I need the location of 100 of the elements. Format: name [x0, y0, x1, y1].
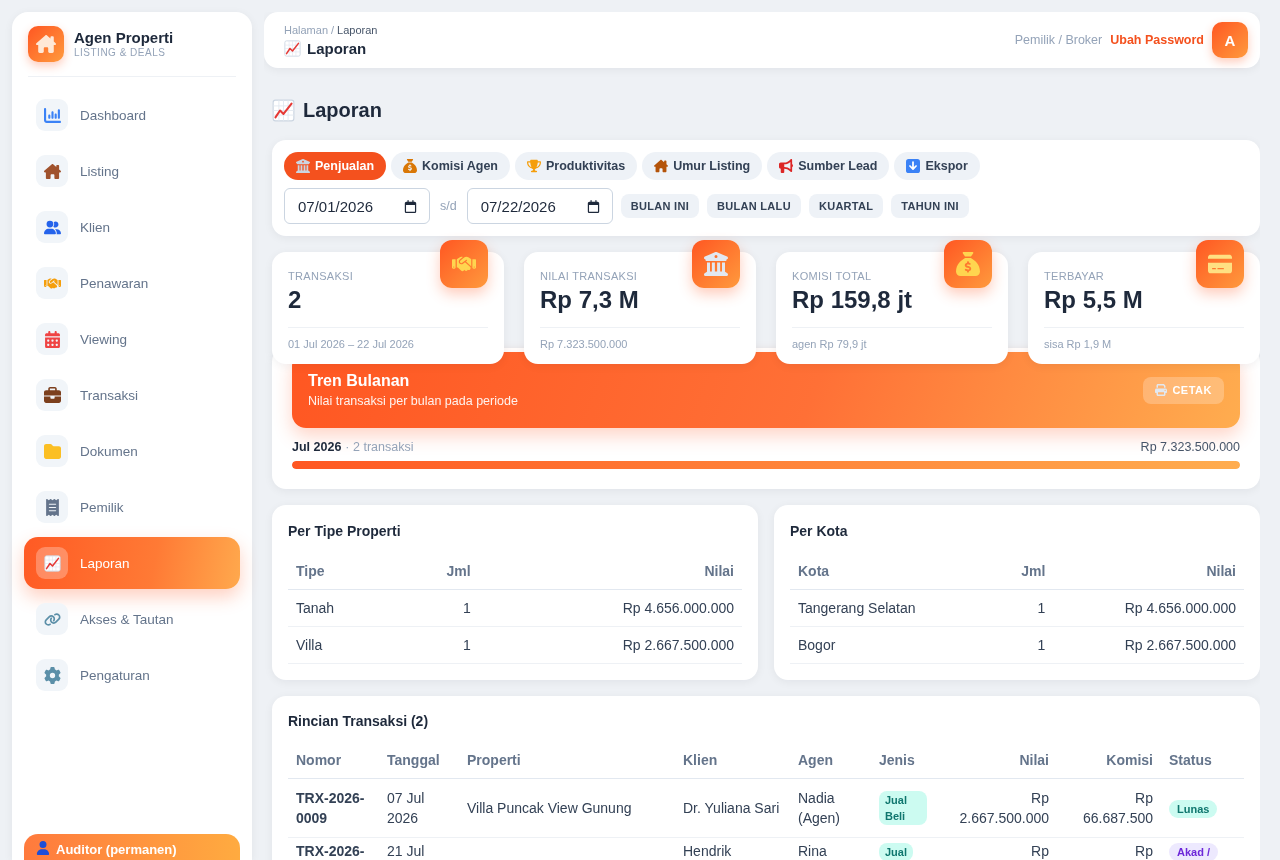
line-chart-icon [272, 98, 295, 122]
bank-icon [692, 240, 740, 288]
column-header: Kota [790, 553, 981, 589]
column-header: Nilai [1053, 553, 1244, 589]
sidebar-item[interactable]: Pemilik [24, 481, 240, 533]
header-title: Laporan [307, 40, 367, 57]
table-cell: Villa [288, 626, 402, 663]
sidebar-item[interactable]: Klien [24, 201, 240, 253]
column-header: Nilai [935, 742, 1057, 779]
house-logo-icon [28, 26, 64, 62]
breadcrumb-current: Laporan [337, 23, 378, 37]
column-header: Nilai [478, 553, 742, 589]
stat-value: Rp 5,5 M [1044, 286, 1144, 314]
sidebar-item[interactable]: Penawaran [24, 257, 240, 309]
table-cell: 1 [401, 626, 479, 663]
calendar-icon [586, 199, 600, 213]
table-cell: Nadia (Agen) [790, 778, 871, 838]
printer-icon [1155, 384, 1168, 396]
column-header: Nomor [288, 742, 379, 779]
card-title: Per Kota [790, 523, 849, 539]
report-tab[interactable]: Umur Listing [642, 152, 763, 180]
table-cell: Rp 4.656.000.000 [478, 589, 742, 626]
bank-icon [296, 159, 310, 173]
date-field[interactable]: 07/22/2026 [466, 188, 613, 224]
stat-note: agen Rp 79,9 jt [792, 338, 868, 351]
megaphone-icon [779, 159, 794, 173]
role-label: Auditor (permanen) [56, 841, 177, 858]
folder-icon [36, 435, 68, 467]
user-icon [36, 841, 50, 855]
column-header: Properti [459, 742, 675, 779]
report-tab[interactable]: Penjualan [284, 152, 387, 180]
card-title: Rincian Transaksi (2) [288, 712, 430, 729]
stat-value: Rp 159,8 jt [792, 286, 914, 314]
banner-subtitle: Nilai transaksi per bulan pada periode [308, 394, 518, 409]
user-role: Pemilik / Broker [1014, 33, 1103, 47]
range-button[interactable]: KUARTAL [808, 194, 884, 218]
report-tab[interactable]: Sumber Lead [767, 152, 890, 180]
table-cell: Rp 2.667.500.000 [935, 778, 1057, 838]
status-tag: Lunas [1169, 800, 1218, 819]
avatar[interactable]: A [1212, 22, 1248, 58]
sidebar-item[interactable]: Laporan [24, 537, 240, 589]
range-button[interactable]: BULAN INI [620, 194, 699, 218]
range-separator: s/d [440, 199, 457, 213]
table-cell: Rp 66.687.500 [1057, 778, 1161, 838]
table-cell: 21 Jul [379, 837, 459, 860]
column-header: Status [1161, 742, 1244, 779]
table-cell: Rp 2.667.500.000 [478, 626, 742, 663]
link-icon [36, 603, 68, 635]
stat-label: KOMISI TOTAL [792, 270, 873, 283]
table-cell: Rp 2.667.500.000 [1053, 626, 1244, 663]
report-tab[interactable]: Ekspor [894, 152, 980, 180]
stat-note: 01 Jul 2026 – 22 Jul 2026 [288, 338, 415, 351]
down-arrow-icon [906, 159, 921, 173]
column-header: Klien [675, 742, 790, 779]
range-button[interactable]: BULAN LALU [707, 194, 801, 218]
stat-label: TRANSAKSI [288, 270, 355, 283]
sidebar-item[interactable]: Listing [24, 145, 240, 197]
range-button[interactable]: TAHUN INI [891, 194, 969, 218]
stat-value: Rp 7,3 M [540, 286, 640, 314]
month-count: · 2 transaksi [345, 440, 414, 455]
column-header: Jml [980, 553, 1054, 589]
stat-note: Rp 7.323.500.000 [540, 338, 629, 351]
stat-label: NILAI TRANSAKSI [540, 270, 639, 283]
table-cell: Rp 4.656.000.000 [1053, 589, 1244, 626]
column-header: Tanggal [379, 742, 459, 779]
sidebar-item[interactable]: Dokumen [24, 425, 240, 477]
status-tag: Akad / [1169, 843, 1218, 860]
table-cell: Dr. Yuliana Sari [675, 778, 790, 838]
table-cell: Rp [935, 837, 1057, 860]
table-cell: TRX-2026-0009 [288, 778, 379, 838]
report-tab[interactable]: Produktivitas [515, 152, 638, 180]
breadcrumb-link[interactable]: Halaman [284, 23, 329, 37]
table-cell: Rina [790, 837, 871, 860]
table-cell: Villa Puncak View Gunung [459, 778, 675, 838]
sidebar-item[interactable]: Pengaturan [24, 649, 240, 701]
handshake-icon [440, 240, 488, 288]
type-tag: Jual [879, 843, 913, 860]
receipt-icon [36, 491, 68, 523]
table-cell: Tanah [288, 589, 402, 626]
report-tab[interactable]: Komisi Agen [391, 152, 510, 180]
table-cell: TRX-2026- [288, 837, 379, 860]
sidebar-item[interactable]: Viewing [24, 313, 240, 365]
change-password-link[interactable]: Ubah Password [1110, 33, 1204, 47]
sidebar-item[interactable]: Transaksi [24, 369, 240, 421]
month-label: Jul 2026 [292, 440, 342, 455]
credit-card-icon [1196, 240, 1244, 288]
table-cell: 1 [980, 589, 1054, 626]
sidebar-item[interactable]: Akses & Tautan [24, 593, 240, 645]
brand-subtitle: LISTING & DEALS [74, 47, 167, 59]
date-field[interactable]: 07/01/2026 [284, 188, 430, 224]
card-title: Per Tipe Properti [288, 523, 402, 539]
calendar-icon [404, 199, 417, 213]
banner-title: Tren Bulanan [308, 371, 411, 391]
bar-chart-icon [36, 99, 68, 131]
money-bag-icon [403, 159, 418, 173]
table-cell: 1 [401, 589, 479, 626]
column-header: Komisi [1057, 742, 1161, 779]
sidebar-item[interactable]: Dashboard [24, 89, 240, 141]
breadcrumb-separator: / [331, 23, 335, 37]
table-cell: Hendrik [675, 837, 790, 860]
